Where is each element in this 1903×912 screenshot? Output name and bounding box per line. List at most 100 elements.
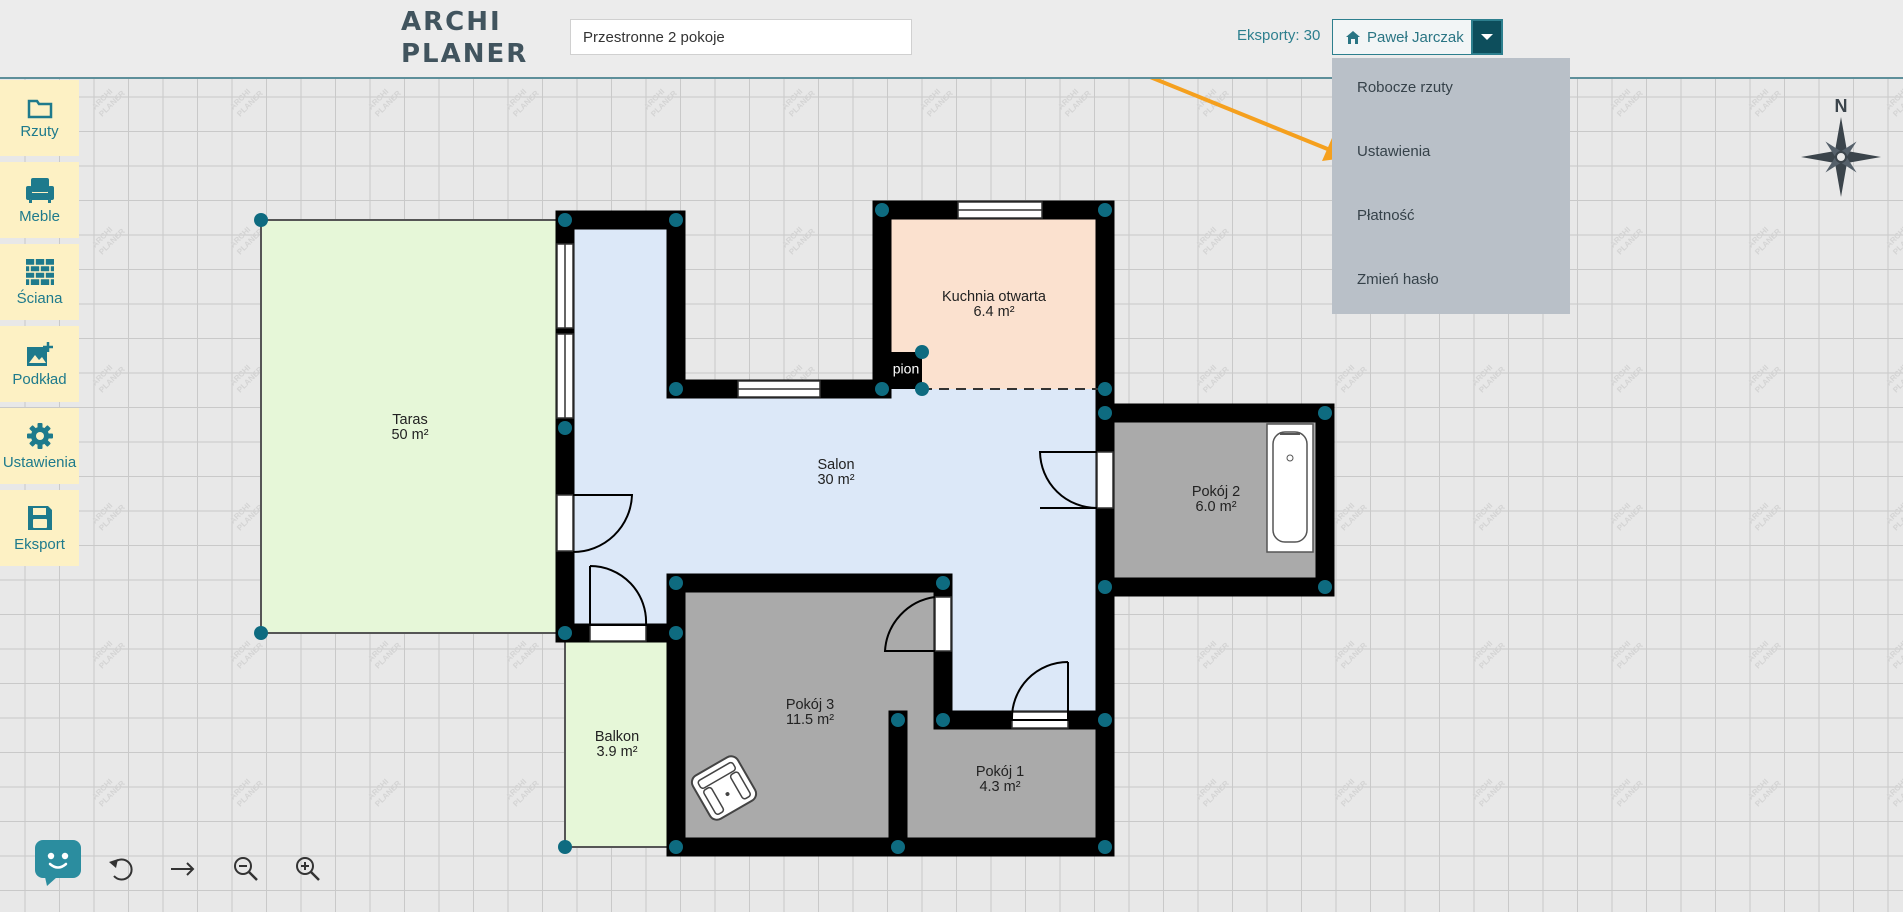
zoom-in-icon[interactable] bbox=[293, 854, 323, 884]
sidebar-item-sciana[interactable]: Ściana bbox=[0, 244, 79, 320]
chatbot-button[interactable] bbox=[35, 840, 81, 886]
watermark-text: ARCHIPLANER bbox=[366, 82, 403, 119]
vertex-handle[interactable] bbox=[669, 382, 683, 396]
menu-item-platnosc[interactable]: Płatność bbox=[1332, 186, 1570, 250]
vertex-handle[interactable] bbox=[1098, 203, 1112, 217]
user-name: Paweł Jarczak bbox=[1367, 28, 1464, 46]
watermark-text: ARCHIPLANER bbox=[1746, 82, 1783, 119]
arrow-right-icon[interactable] bbox=[168, 854, 198, 884]
vertex-handle[interactable] bbox=[915, 382, 929, 396]
room-area-salon: 30 m² bbox=[817, 472, 854, 488]
sidebar-item-meble[interactable]: Meble bbox=[0, 162, 79, 238]
user-menu-button[interactable]: Paweł Jarczak bbox=[1332, 19, 1472, 55]
watermark-text: ARCHIPLANER bbox=[1194, 634, 1231, 671]
home-icon bbox=[1346, 30, 1360, 44]
vertex-handle[interactable] bbox=[254, 213, 268, 227]
vertex-handle[interactable] bbox=[254, 626, 268, 640]
watermark-text: ARCHIPLANER bbox=[90, 82, 127, 119]
user-menu-toggle[interactable] bbox=[1471, 19, 1503, 55]
floppy-disk-icon bbox=[27, 505, 52, 530]
vertex-handle[interactable] bbox=[936, 713, 950, 727]
exports-counter: Eksporty: 30 bbox=[1237, 27, 1321, 44]
watermark-text: ARCHIPLANER bbox=[1884, 634, 1903, 671]
vertex-handle[interactable] bbox=[669, 840, 683, 854]
watermark-text: ARCHIPLANER bbox=[366, 634, 403, 671]
zoom-out-icon[interactable] bbox=[231, 854, 261, 884]
floor-plan-canvas[interactable]: ARCHIPLANER ARCHIPLANER ARCHIPLANER ARCHIPL… bbox=[0, 0, 1903, 912]
watermark-text: ARCHIPLANER bbox=[90, 634, 127, 671]
vertex-handle[interactable] bbox=[1098, 382, 1112, 396]
compass-north-label: N bbox=[1835, 96, 1848, 116]
vertex-handle[interactable] bbox=[669, 626, 683, 640]
sidebar-item-label: Eksport bbox=[14, 535, 65, 553]
vertex-handle[interactable] bbox=[891, 840, 905, 854]
watermark-text: ARCHIPLANER bbox=[642, 82, 679, 119]
vertex-handle[interactable] bbox=[1098, 840, 1112, 854]
watermark-text: ARCHIPLANER bbox=[918, 82, 955, 119]
watermark-text: ARCHIPLANER bbox=[1332, 772, 1369, 809]
vertex-handle[interactable] bbox=[669, 576, 683, 590]
undo-icon[interactable] bbox=[106, 854, 136, 884]
vertex-handle[interactable] bbox=[1098, 713, 1112, 727]
sidebar-item-label: Ściana bbox=[16, 289, 63, 307]
watermark-text: ARCHIPLANER bbox=[504, 634, 541, 671]
watermark-text: ARCHIPLANER bbox=[90, 772, 127, 809]
room-name-pokoj-1: Pokój 1 bbox=[976, 764, 1024, 780]
sidebar-item-rzuty[interactable]: Rzuty bbox=[0, 80, 79, 156]
vertex-handle[interactable] bbox=[891, 713, 905, 727]
vertex-handle[interactable] bbox=[558, 421, 572, 435]
watermark-text: ARCHIPLANER bbox=[1608, 772, 1645, 809]
watermark-text: ARCHIPLANER bbox=[90, 358, 127, 395]
watermark-text: ARCHIPLANER bbox=[1746, 496, 1783, 533]
app-logo[interactable]: ARCHI PLANER bbox=[401, 6, 528, 70]
bathtub-icon[interactable] bbox=[1266, 423, 1314, 553]
watermark-text: ARCHIPLANER bbox=[90, 496, 127, 533]
watermark-text: ARCHIPLANER bbox=[1608, 220, 1645, 257]
vertex-handle[interactable] bbox=[936, 576, 950, 590]
watermark-text: ARCHIPLANER bbox=[1608, 496, 1645, 533]
sidebar-item-eksport[interactable]: Eksport bbox=[0, 490, 79, 566]
watermark-text: ARCHIPLANER bbox=[1884, 220, 1903, 257]
room-area-taras: 50 m² bbox=[391, 427, 428, 443]
menu-item-robocze-rzuty[interactable]: Robocze rzuty bbox=[1332, 58, 1570, 122]
sidebar-item-label: Rzuty bbox=[20, 122, 59, 140]
sidebar-item-ustawienia[interactable]: Ustawienia bbox=[0, 408, 79, 484]
top-bar: ARCHI PLANER Eksporty: 30 Paweł Jarczak bbox=[0, 0, 1903, 79]
project-title-input[interactable] bbox=[570, 19, 912, 55]
armchair-icon bbox=[25, 177, 54, 203]
watermark-text: ARCHIPLANER bbox=[228, 358, 265, 395]
watermark-text: ARCHIPLANER bbox=[1746, 772, 1783, 809]
vertex-handle[interactable] bbox=[669, 213, 683, 227]
watermark-text: ARCHIPLANER bbox=[1194, 82, 1231, 119]
watermark-text: ARCHIPLANER bbox=[1470, 496, 1507, 533]
watermark-text: ARCHIPLANER bbox=[504, 82, 541, 119]
room-area-pokoj-3: 11.5 m² bbox=[786, 712, 834, 728]
room-area-balkon: 3.9 m² bbox=[596, 744, 637, 760]
vertex-handle[interactable] bbox=[558, 213, 572, 227]
watermark-text: ARCHIPLANER bbox=[366, 772, 403, 809]
sidebar-item-label: Ustawienia bbox=[2, 453, 77, 471]
room-name-pokoj-3: Pokój 3 bbox=[786, 697, 834, 713]
sidebar-item-podklad[interactable]: Podkład bbox=[0, 326, 79, 402]
room-name-pokoj-2: Pokój 2 bbox=[1192, 484, 1240, 500]
vertex-handle[interactable] bbox=[1318, 406, 1332, 420]
vertex-handle[interactable] bbox=[558, 626, 572, 640]
room-area-pokoj-1: 4.3 m² bbox=[979, 779, 1020, 795]
sidebar-item-label: Podkład bbox=[12, 370, 67, 388]
vertex-handle[interactable] bbox=[875, 382, 889, 396]
vertex-handle[interactable] bbox=[558, 840, 572, 854]
watermark-text: ARCHIPLANER bbox=[1608, 634, 1645, 671]
room-area-kuchnia: 6.4 m² bbox=[973, 304, 1014, 320]
menu-item-zmien-haslo[interactable]: Zmień hasło bbox=[1332, 250, 1570, 314]
image-add-icon bbox=[26, 341, 53, 366]
vertex-handle[interactable] bbox=[1318, 580, 1332, 594]
gear-icon bbox=[26, 422, 53, 449]
menu-item-ustawienia[interactable]: Ustawienia bbox=[1332, 122, 1570, 186]
vertex-handle[interactable] bbox=[875, 203, 889, 217]
watermark-text: ARCHIPLANER bbox=[1470, 634, 1507, 671]
watermark-text: ARCHIPLANER bbox=[1746, 634, 1783, 671]
vertex-handle[interactable] bbox=[915, 345, 929, 359]
vertex-handle[interactable] bbox=[1098, 580, 1112, 594]
vertex-handle[interactable] bbox=[1098, 406, 1112, 420]
watermark-text: ARCHIPLANER bbox=[1884, 82, 1903, 119]
